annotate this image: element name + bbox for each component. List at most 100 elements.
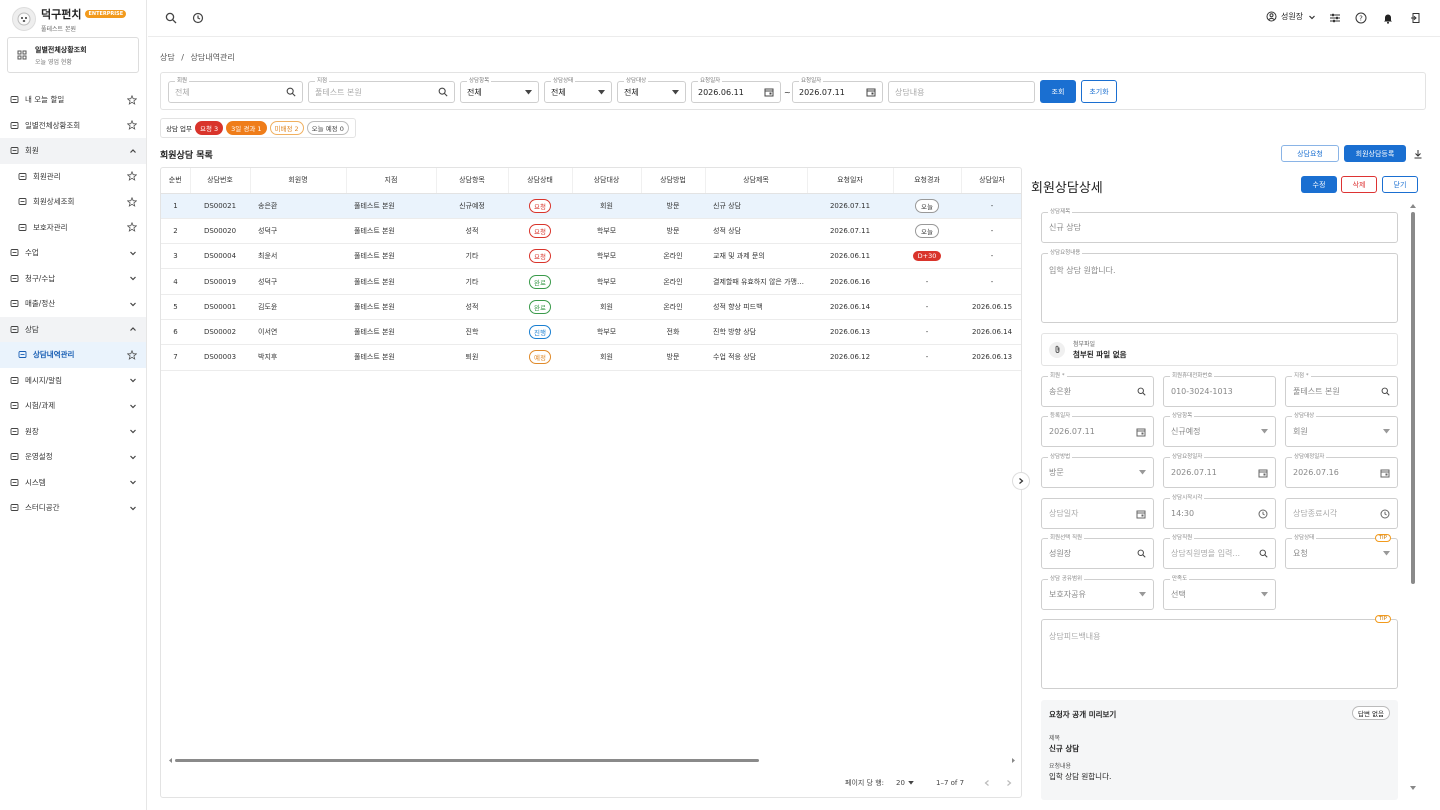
table-row[interactable]: 6 DS00002 이서연 풀테스트 본원 진학 진행 학부모 전화 진학 방향 상담 2026.… (161, 319, 1021, 346)
sidebar-item-7[interactable]: 청구/수납 (0, 266, 146, 292)
table-row[interactable]: 4 DS00019 성덕구 풀테스트 본원 기타 완료 학부모 온라인 결제할때 유효하지 않은… (161, 268, 1021, 295)
sidebar-item-0[interactable]: 내 오늘 할일 (0, 87, 146, 113)
history-icon[interactable] (192, 12, 204, 24)
search-icon[interactable] (1137, 549, 1146, 558)
detail-vertical-scrollbar[interactable] (1409, 204, 1417, 790)
search-icon[interactable] (1137, 387, 1146, 396)
chevron-up-icon[interactable] (129, 325, 137, 333)
branch-field[interactable]: 지점 * 풀테스트 본원 (1285, 371, 1398, 407)
category-select[interactable]: 상담항목 전체 (460, 76, 539, 103)
search-icon[interactable] (1381, 387, 1390, 396)
column-header[interactable]: 요청일자 (807, 168, 894, 194)
sidebar-item-5[interactable]: 보호자관리 (0, 215, 146, 241)
date-to-field[interactable]: 요청일자 2026.07.11 (792, 76, 883, 103)
sidebar-item-1[interactable]: 일별전체상황조회 (0, 113, 146, 139)
breadcrumb-parent[interactable]: 상담 (160, 53, 175, 62)
sidebar-item-9[interactable]: 상담 (0, 316, 146, 342)
paperclip-icon[interactable] (1049, 341, 1065, 358)
reset-button[interactable]: 초기화 (1081, 80, 1117, 103)
task-chip[interactable]: 3일 경과 1 (226, 121, 267, 135)
column-header[interactable]: 상담대상 (572, 168, 642, 194)
prev-page-icon[interactable] (983, 779, 991, 787)
bell-icon[interactable] (1382, 12, 1394, 24)
calendar-icon[interactable] (1380, 468, 1390, 478)
column-header[interactable]: 상담일자 (961, 168, 1021, 194)
table-row[interactable]: 5 DS00001 김도윤 풀테스트 본원 성적 완료 회원 온라인 성적 향상 피드백 2026… (161, 294, 1021, 320)
column-header[interactable]: 순번 (161, 168, 191, 194)
end-time-field[interactable]: 상담종료시각 (1285, 498, 1398, 529)
feedback-field[interactable]: 상담피드백내용 TIP (1041, 615, 1398, 689)
calendar-icon[interactable] (1136, 427, 1146, 437)
calendar-icon[interactable] (1136, 509, 1146, 519)
column-header[interactable]: 회원명 (250, 168, 347, 194)
star-icon[interactable] (127, 94, 137, 105)
brand[interactable]: 덕구펀치 ENTERPRISE 풀테스트 본원 (12, 6, 142, 33)
staff-field[interactable]: 상담직원 상담직원명을 입력... (1163, 533, 1276, 569)
chevron-down-icon[interactable] (129, 453, 137, 461)
column-header[interactable]: 상담제목 (705, 168, 808, 194)
sidebar-item-13[interactable]: 원장 (0, 419, 146, 445)
category-field[interactable]: 상담항목 신규예정 (1163, 411, 1276, 447)
task-chip[interactable]: 미배정 2 (269, 121, 304, 135)
req-date-field[interactable]: 상담요청일자 2026.07.11 (1163, 452, 1276, 488)
branch-filter[interactable]: 지점 풀테스트 본원 (308, 76, 455, 103)
sliders-icon[interactable] (1329, 12, 1341, 24)
reg-date-field[interactable]: 등록일자 2026.07.11 (1041, 411, 1154, 447)
chevron-down-icon[interactable] (129, 402, 137, 410)
state-field[interactable]: 상담상태 요청 TIP (1285, 533, 1398, 569)
calendar-icon[interactable] (866, 87, 876, 97)
status-select[interactable]: 상담상태 전체 (544, 76, 612, 103)
calendar-icon[interactable] (1258, 468, 1268, 478)
member-field[interactable]: 회원 * 송은환 (1041, 371, 1154, 407)
sidebar-item-3[interactable]: 회원관리 (0, 164, 146, 190)
sidebar-item-6[interactable]: 수업 (0, 240, 146, 266)
sidebar-item-10[interactable]: 상담내역관리 (0, 342, 146, 368)
feedback-tip-badge[interactable]: TIP (1374, 615, 1391, 623)
sidebar-item-16[interactable]: 스터디공간 (0, 495, 146, 521)
horizontal-scrollbar[interactable] (169, 758, 1015, 763)
column-header[interactable]: 상담번호 (190, 168, 251, 194)
chevron-down-icon[interactable] (129, 300, 137, 308)
column-header[interactable]: 요청경과 (893, 168, 962, 194)
collapse-detail-button[interactable] (1012, 472, 1030, 490)
state-tip-badge[interactable]: TIP (1374, 534, 1391, 542)
quick-dashboard-card[interactable]: 일별전체상황조회 오늘 영업 현황 (7, 37, 139, 73)
task-chip[interactable]: 요청 3 (195, 121, 224, 135)
calendar-icon[interactable] (764, 87, 774, 97)
star-icon[interactable] (127, 349, 137, 360)
download-icon[interactable] (1413, 149, 1423, 159)
search-icon[interactable] (1259, 549, 1268, 558)
close-button[interactable]: 닫기 (1382, 176, 1418, 193)
counsel-date-field[interactable]: 상담일자 (1041, 498, 1154, 529)
request-content-field[interactable]: 상담요청내용 입학 상담 원합니다. (1041, 248, 1398, 323)
clock-icon[interactable] (1380, 509, 1390, 519)
column-header[interactable]: 상담방법 (641, 168, 706, 194)
task-chip[interactable]: 오늘 예정 0 (306, 121, 349, 135)
sidebar-item-15[interactable]: 시스템 (0, 470, 146, 496)
chevron-down-icon[interactable] (129, 427, 137, 435)
member-filter[interactable]: 회원 전체 (168, 76, 303, 103)
target-field[interactable]: 상담대상 회원 (1285, 411, 1398, 447)
star-icon[interactable] (127, 196, 137, 207)
star-icon[interactable] (127, 120, 137, 131)
method-field[interactable]: 상담방법 방문 (1041, 452, 1154, 488)
help-icon[interactable]: ? (1355, 12, 1367, 24)
sidebar-item-12[interactable]: 시험/과제 (0, 393, 146, 419)
column-header[interactable]: 상담상태 (508, 168, 573, 194)
search-button[interactable]: 조회 (1040, 80, 1076, 103)
table-row[interactable]: 2 DS00020 성덕구 풀테스트 본원 성적 요청 학부모 방문 성적 상담 2026.07.… (161, 218, 1021, 245)
plan-date-field[interactable]: 상담예정일자 2026.07.16 (1285, 452, 1398, 488)
chevron-down-icon[interactable] (129, 249, 137, 257)
date-from-field[interactable]: 요청일자 2026.06.11 (691, 76, 781, 103)
chevron-down-icon[interactable] (129, 504, 137, 512)
assignee-field[interactable]: 회원선택 직원 성원장 (1041, 533, 1154, 569)
column-header[interactable]: 지점 (346, 168, 437, 194)
user-menu[interactable]: 성원장 (1266, 11, 1316, 22)
column-header[interactable]: 상담항목 (436, 168, 509, 194)
sidebar-item-14[interactable]: 운영설정 (0, 444, 146, 470)
share-field[interactable]: 상담 공유범위 보호자공유 (1041, 574, 1154, 610)
next-page-icon[interactable] (1005, 779, 1013, 787)
edit-button[interactable]: 수정 (1301, 176, 1337, 193)
register-counsel-button[interactable]: 회원상담등록 (1344, 145, 1406, 162)
sidebar-item-11[interactable]: 메시지/알림 (0, 368, 146, 394)
